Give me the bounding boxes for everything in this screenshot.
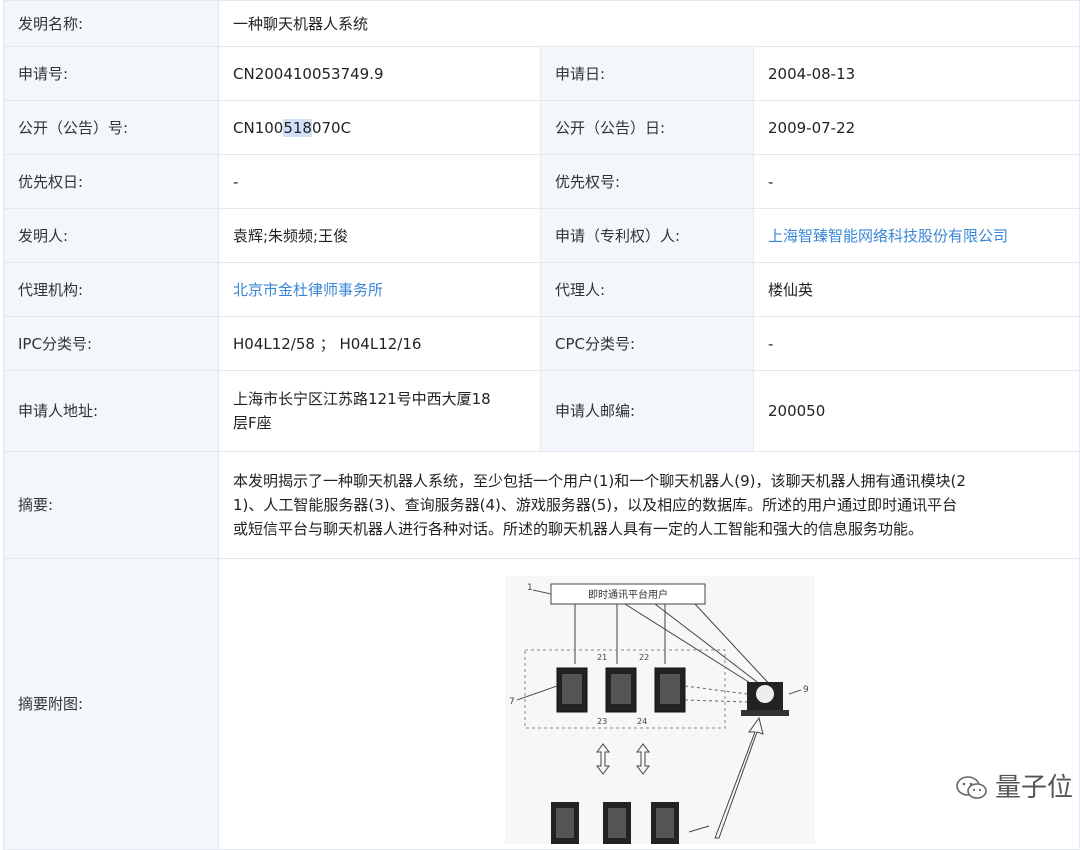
figure-ref-23: 23 — [597, 717, 607, 726]
label-applicant: 申请（专利权）人: — [540, 208, 754, 263]
value-priority-number: - — [753, 154, 1080, 209]
row-publication: 公开（公告）号: CN100518070C 公开（公告）日: 2009-07-2… — [3, 100, 1080, 155]
row-application: 申请号: CN200410053749.9 申请日: 2004-08-13 — [3, 46, 1080, 101]
value-inventor: 袁辉;朱频频;王俊 — [218, 208, 541, 263]
label-abstract: 摘要: — [3, 451, 219, 559]
agency-link[interactable]: 北京市金杜律师事务所 — [233, 281, 383, 299]
abstract-line-3: 或短信平台与聊天机器人进行各种对话。所述的聊天机器人具有一定的人工智能和强大的信… — [233, 520, 924, 538]
wechat-icon — [956, 776, 987, 799]
value-cpc: - — [753, 316, 1080, 371]
value-application-date: 2004-08-13 — [753, 46, 1080, 101]
value-applicant-address: 上海市长宁区江苏路121号中西大厦18 层F座 — [218, 370, 541, 452]
address-line-1: 上海市长宁区江苏路121号中西大厦18 — [233, 390, 491, 408]
label-invention-name: 发明名称: — [3, 0, 219, 47]
value-publication-date: 2009-07-22 — [753, 100, 1080, 155]
label-ipc: IPC分类号: — [3, 316, 219, 371]
label-publication-number: 公开（公告）号: — [3, 100, 219, 155]
label-cpc: CPC分类号: — [540, 316, 754, 371]
value-priority-date: - — [218, 154, 541, 209]
value-application-number: CN200410053749.9 — [218, 46, 541, 101]
value-agent: 楼仙英 — [753, 262, 1080, 317]
figure-ref-22: 22 — [639, 653, 649, 662]
label-application-number: 申请号: — [3, 46, 219, 101]
label-application-date: 申请日: — [540, 46, 754, 101]
figure-ref-24: 24 — [637, 717, 647, 726]
value-abstract: 本发明揭示了一种聊天机器人系统，至少包括一个用户(1)和一个聊天机器人(9)，该… — [218, 451, 1080, 559]
figure-ref-21: 21 — [597, 653, 607, 662]
abstract-line-2: 1)、人工智能服务器(3)、查询服务器(4)、游戏服务器(5)，以及相应的数据库… — [233, 496, 958, 514]
label-applicant-address: 申请人地址: — [3, 370, 219, 452]
label-priority-date: 优先权日: — [3, 154, 219, 209]
pub-number-selection: 518 — [283, 118, 312, 137]
value-invention-name: 一种聊天机器人系统 — [218, 0, 1080, 47]
row-abstract: 摘要: 本发明揭示了一种聊天机器人系统，至少包括一个用户(1)和一个聊天机器人(… — [3, 451, 1080, 559]
address-line-2: 层F座 — [233, 414, 272, 432]
pub-number-prefix: CN100 — [233, 118, 284, 137]
abstract-line-1: 本发明揭示了一种聊天机器人系统，至少包括一个用户(1)和一个聊天机器人(9)，该… — [233, 472, 966, 490]
watermark-text: 量子位 — [994, 773, 1073, 803]
row-inventor: 发明人: 袁辉;朱频频;王俊 申请（专利权）人: 上海智臻智能网络科技股份有限公… — [3, 208, 1080, 263]
row-address: 申请人地址: 上海市长宁区江苏路121号中西大厦18 层F座 申请人邮编: 200… — [3, 370, 1080, 452]
label-postcode: 申请人邮编: — [540, 370, 754, 452]
watermark: 量子位 — [955, 774, 1073, 802]
figure-ref-9: 9 — [803, 685, 809, 695]
figure-top-box-text: 即时通讯平台用户 — [588, 588, 668, 601]
applicant-link[interactable]: 上海智臻智能网络科技股份有限公司 — [768, 227, 1008, 245]
row-title: 发明名称: 一种聊天机器人系统 — [3, 0, 1080, 47]
pub-number-suffix: 070C — [311, 118, 352, 137]
label-agency: 代理机构: — [3, 262, 219, 317]
figure-ref-1: 1 — [527, 583, 533, 593]
value-applicant-cell: 上海智臻智能网络科技股份有限公司 — [753, 208, 1080, 263]
row-agency: 代理机构: 北京市金杜律师事务所 代理人: 楼仙英 — [3, 262, 1080, 317]
row-priority: 优先权日: - 优先权号: - — [3, 154, 1080, 209]
figure-ref-7: 7 — [509, 697, 515, 707]
label-abstract-figure: 摘要附图: — [3, 558, 219, 850]
value-abstract-figure: 即时通讯平台用户 1 21 22 23 24 7 9 量子位 — [218, 558, 1080, 850]
value-publication-number: CN100518070C — [218, 100, 541, 155]
abstract-figure-drawing: 即时通讯平台用户 1 21 22 23 24 7 9 — [505, 576, 815, 844]
patent-info-table: 发明名称: 一种聊天机器人系统 申请号: CN200410053749.9 申请… — [3, 0, 1080, 850]
label-agent: 代理人: — [540, 262, 754, 317]
label-priority-number: 优先权号: — [540, 154, 754, 209]
value-postcode: 200050 — [753, 370, 1080, 452]
label-inventor: 发明人: — [3, 208, 219, 263]
label-publication-date: 公开（公告）日: — [540, 100, 754, 155]
value-ipc: H04L12/58 ； H04L12/16 — [218, 316, 541, 371]
row-classification: IPC分类号: H04L12/58 ； H04L12/16 CPC分类号: - — [3, 316, 1080, 371]
row-figure: 摘要附图: 即时通讯平台用户 1 21 22 23 24 7 9 量子位 — [3, 558, 1080, 850]
value-agency-cell: 北京市金杜律师事务所 — [218, 262, 541, 317]
